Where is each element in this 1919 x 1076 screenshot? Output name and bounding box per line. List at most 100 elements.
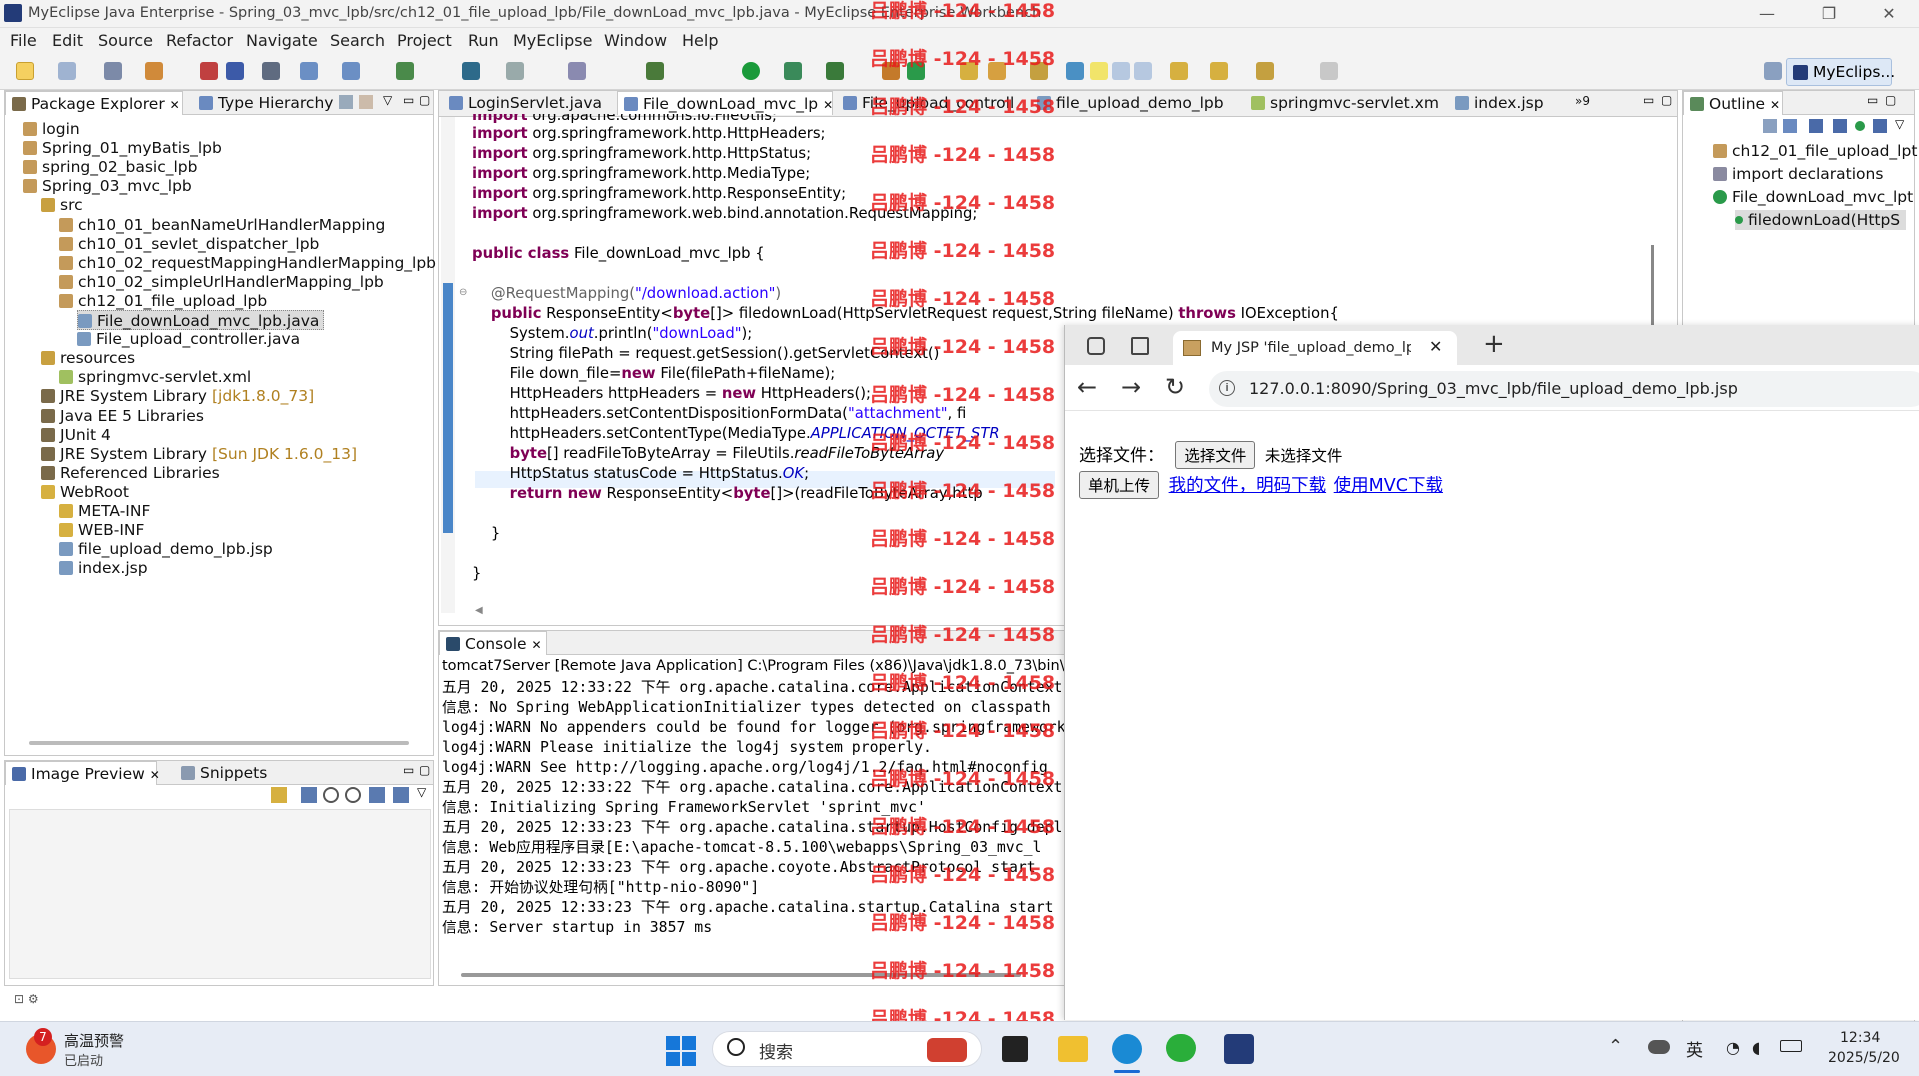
site-info-icon[interactable]: i [1219,380,1235,396]
cloud-icon[interactable] [1648,1040,1670,1054]
run-coverage-icon[interactable] [784,62,802,80]
taskbar-search-box[interactable]: 搜索 [712,1031,982,1067]
package-explorer-item[interactable]: META-INF [59,501,150,521]
deploy-icon[interactable] [226,62,244,80]
back-icon[interactable]: ← [1077,373,1097,401]
package-explorer-item[interactable]: File_downLoad_mvc_lpb.java [77,310,325,330]
package-explorer-item[interactable]: File_upload_controller.java [77,329,300,349]
package-explorer-item[interactable]: src [41,195,83,215]
close-tab-icon[interactable]: ✕ [150,768,160,782]
hide-local-types-icon[interactable] [1873,119,1887,133]
close-button[interactable]: ✕ [1866,2,1912,26]
plain-download-link[interactable]: 我的文件，明码下载 [1169,476,1327,496]
tab-index-jsp[interactable]: index.jsp [1449,91,1550,115]
tab-springmvc-servlet[interactable]: springmvc-servlet.xm [1245,91,1445,115]
collapse-all-icon[interactable] [339,95,353,109]
external-tools-icon[interactable] [826,62,844,80]
sort-icon[interactable] [1783,119,1797,133]
horizontal-scrollbar[interactable] [29,741,409,745]
package-explorer-item[interactable]: ch12_01_file_upload_lpb [59,291,267,311]
team-icon[interactable] [396,62,414,80]
chevron-up-icon[interactable]: ⌃ [1608,1036,1623,1057]
close-tab-icon[interactable]: ✕ [1429,337,1442,356]
close-tab-icon[interactable]: ✕ [531,638,541,652]
prev-annotation-icon[interactable] [1210,62,1228,80]
package-explorer-item[interactable]: JUnit 4 [41,425,111,445]
browser-tab[interactable]: My JSP 'file_upload_demo_lpb.jsp ✕ [1173,331,1457,365]
globe-icon[interactable] [462,62,480,80]
sync-icon[interactable] [271,787,287,803]
clock-date[interactable]: 2025/5/20 [1828,1050,1900,1066]
package-explorer-item[interactable]: Spring_01_myBatis_lpb [23,138,222,158]
open-perspective-icon[interactable] [1764,62,1782,80]
package-explorer-item[interactable]: ch10_02_simpleUrlHandlerMapping_lpb [59,272,384,292]
battery-icon[interactable] [1780,1040,1802,1052]
menu-run[interactable]: Run [468,31,499,50]
workspaces-icon[interactable] [1087,337,1105,355]
weather-title[interactable]: 高温预警 [64,1030,124,1051]
package-explorer-item[interactable]: login [23,119,80,139]
fit-icon[interactable] [301,787,317,803]
wechat-icon[interactable] [1166,1034,1196,1062]
package-explorer-item[interactable]: ch10_02_requestMappingHandlerMapping_lpb [59,253,436,273]
package-explorer-item[interactable]: WebRoot [41,482,129,502]
package-explorer-item[interactable]: resources [41,348,135,368]
tab-loginservlet[interactable]: LoginServlet.java [443,91,608,115]
vertical-tabs-icon[interactable] [1131,337,1149,355]
menu-source[interactable]: Source [98,31,153,50]
menu-myeclipse[interactable]: MyEclipse [513,31,592,50]
menu-search[interactable]: Search [330,31,385,50]
view-menu-icon[interactable]: ▽ [1895,117,1904,131]
menu-project[interactable]: Project [397,31,452,50]
save-icon[interactable] [58,62,76,80]
highlight-icon[interactable] [1090,62,1108,80]
wizard-icon[interactable] [300,62,318,80]
maximize-view-icon[interactable]: ▢ [1885,93,1896,107]
annotation-icon[interactable] [1066,62,1084,80]
minimize-view-icon[interactable]: ▭ [1643,93,1654,107]
show-whitespace-icon[interactable] [1134,62,1152,80]
reload-icon[interactable]: ↻ [1165,373,1185,401]
maximize-view-icon[interactable]: ▢ [419,763,430,777]
myeclipse-taskbar-icon[interactable] [1224,1034,1254,1064]
next-annotation-icon[interactable] [1170,62,1188,80]
server-icon[interactable] [200,62,218,80]
outline-item-imports[interactable]: import declarations [1713,164,1883,184]
maximize-view-icon[interactable]: ▢ [419,93,430,107]
upload-button[interactable]: 单机上传 [1079,471,1160,499]
forward-icon[interactable] [1320,62,1338,80]
mvc-download-link[interactable]: 使用MVC下载 [1334,476,1443,496]
view-menu-icon[interactable]: ▽ [383,93,392,107]
start-button[interactable] [666,1036,696,1066]
package-explorer-item[interactable]: spring_02_basic_lpb [23,157,197,177]
menu-help[interactable]: Help [682,31,718,50]
close-tab-icon[interactable]: ✕ [170,98,180,112]
menu-file[interactable]: File [10,31,37,50]
block-select-icon[interactable] [1112,62,1130,80]
forward-icon[interactable]: → [1121,373,1141,401]
menu-refactor[interactable]: Refactor [166,31,233,50]
tab-outline[interactable]: Outline ✕ [1683,91,1783,115]
address-bar[interactable]: i 127.0.0.1:8090/Spring_03_mvc_lpb/file_… [1209,371,1919,407]
scroll-left-icon[interactable]: ◀ [475,605,483,616]
package-explorer-item[interactable]: ch10_01_sevlet_dispatcher_lpb [59,234,319,254]
package-explorer-item[interactable]: Spring_03_mvc_lpb [23,176,192,196]
package-explorer-item[interactable]: springmvc-servlet.xml [59,367,251,387]
actual-size-icon[interactable] [369,787,385,803]
ime-indicator[interactable]: 英 [1686,1036,1703,1061]
fold-icon[interactable]: ⊖ [459,287,467,298]
close-tab-icon[interactable]: ✕ [823,98,833,112]
taskbar-app-icon[interactable] [1002,1036,1028,1062]
edge-browser-icon[interactable] [1112,1034,1142,1064]
collapse-outline-icon[interactable] [1763,119,1777,133]
tab-console[interactable]: Console ✕ [439,631,547,655]
debug-icon[interactable] [646,62,664,80]
hide-static-icon[interactable] [1833,119,1847,133]
package-explorer-item[interactable]: Referenced Libraries [41,463,220,483]
run-icon[interactable] [742,62,760,80]
menu-navigate[interactable]: Navigate [246,31,318,50]
layout-icon[interactable] [568,62,586,80]
new-icon[interactable] [16,62,34,80]
close-tab-icon[interactable]: ✕ [1770,98,1780,112]
outline-item-method[interactable]: filedownLoad(HttpS [1735,210,1907,230]
